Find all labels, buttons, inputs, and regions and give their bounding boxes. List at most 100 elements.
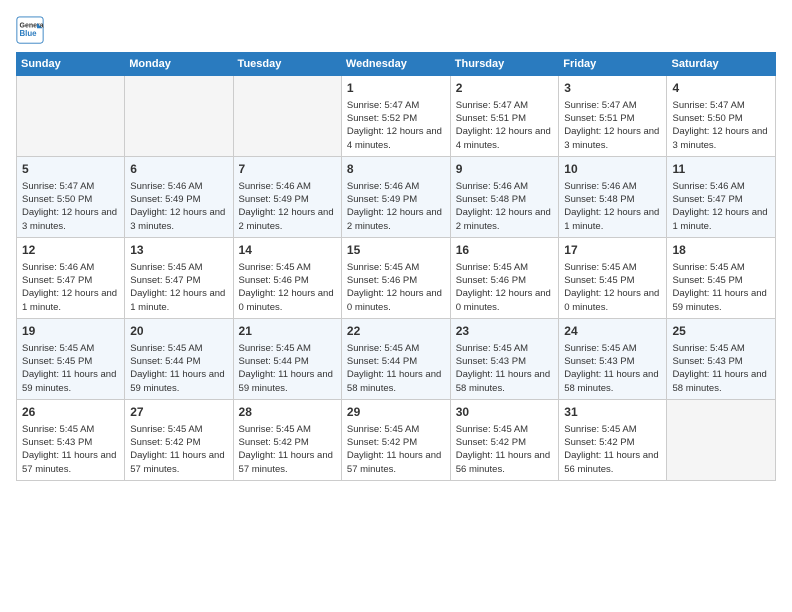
calendar-cell: 28Sunrise: 5:45 AMSunset: 5:42 PMDayligh… — [233, 399, 341, 480]
day-info: Sunrise: 5:45 AM — [347, 342, 445, 355]
day-info: Sunrise: 5:45 AM — [456, 261, 554, 274]
day-info: Sunrise: 5:46 AM — [672, 180, 770, 193]
day-info: Daylight: 12 hours and 3 minutes. — [22, 206, 119, 233]
calendar-cell — [125, 76, 233, 157]
day-info: Daylight: 11 hours and 57 minutes. — [130, 449, 227, 476]
day-info: Sunrise: 5:47 AM — [456, 99, 554, 112]
day-info: Daylight: 11 hours and 58 minutes. — [564, 368, 661, 395]
calendar-cell: 24Sunrise: 5:45 AMSunset: 5:43 PMDayligh… — [559, 318, 667, 399]
day-info: Daylight: 12 hours and 1 minute. — [130, 287, 227, 314]
day-info: Daylight: 11 hours and 57 minutes. — [239, 449, 336, 476]
day-of-week-header: Wednesday — [341, 53, 450, 76]
day-info: Sunrise: 5:47 AM — [347, 99, 445, 112]
day-info: Sunset: 5:44 PM — [239, 355, 336, 368]
day-number: 13 — [130, 242, 227, 259]
day-of-week-header: Thursday — [450, 53, 559, 76]
day-info: Daylight: 12 hours and 1 minute. — [22, 287, 119, 314]
calendar-cell: 17Sunrise: 5:45 AMSunset: 5:45 PMDayligh… — [559, 237, 667, 318]
day-info: Sunset: 5:47 PM — [130, 274, 227, 287]
day-info: Sunset: 5:45 PM — [22, 355, 119, 368]
day-info: Sunset: 5:49 PM — [347, 193, 445, 206]
day-info: Sunset: 5:42 PM — [130, 436, 227, 449]
day-info: Daylight: 11 hours and 57 minutes. — [347, 449, 445, 476]
day-number: 27 — [130, 404, 227, 421]
day-info: Sunrise: 5:45 AM — [672, 261, 770, 274]
calendar-cell: 7Sunrise: 5:46 AMSunset: 5:49 PMDaylight… — [233, 156, 341, 237]
day-number: 28 — [239, 404, 336, 421]
calendar-cell: 9Sunrise: 5:46 AMSunset: 5:48 PMDaylight… — [450, 156, 559, 237]
day-info: Daylight: 12 hours and 0 minutes. — [347, 287, 445, 314]
calendar-cell: 15Sunrise: 5:45 AMSunset: 5:46 PMDayligh… — [341, 237, 450, 318]
calendar-cell: 21 Sunrise: 5:45 AMSunset: 5:44 PMDayligh… — [233, 318, 341, 399]
day-info: Sunrise: 5:46 AM — [22, 261, 119, 274]
day-info: Sunset: 5:44 PM — [130, 355, 227, 368]
day-info: Sunrise: 5:45 AM — [347, 261, 445, 274]
day-info: Sunrise: 5:46 AM — [347, 180, 445, 193]
day-number: 3 — [564, 80, 661, 97]
day-info: Sunrise: 5:45 AM — [564, 423, 661, 436]
calendar-cell: 29Sunrise: 5:45 AMSunset: 5:42 PMDayligh… — [341, 399, 450, 480]
calendar-cell — [233, 76, 341, 157]
day-info: Daylight: 11 hours and 57 minutes. — [22, 449, 119, 476]
day-of-week-header: Sunday — [17, 53, 125, 76]
day-number: 25 — [672, 323, 770, 340]
calendar-cell: 13 Sunrise: 5:45 AMSunset: 5:47 PMDayligh… — [125, 237, 233, 318]
calendar-cell: 19Sunrise: 5:45 AMSunset: 5:45 PMDayligh… — [17, 318, 125, 399]
day-info: Sunset: 5:44 PM — [347, 355, 445, 368]
calendar-week-row: 12Sunrise: 5:46 AMSunset: 5:47 PMDayligh… — [17, 237, 776, 318]
day-info: Sunset: 5:48 PM — [564, 193, 661, 206]
day-info: Sunset: 5:43 PM — [564, 355, 661, 368]
day-number: 2 — [456, 80, 554, 97]
calendar-cell: 14Sunrise: 5:45 AMSunset: 5:46 PMDayligh… — [233, 237, 341, 318]
day-info: Daylight: 12 hours and 3 minutes. — [130, 206, 227, 233]
day-info: Sunset: 5:47 PM — [22, 274, 119, 287]
day-info: Sunrise: 5:47 AM — [22, 180, 119, 193]
calendar-cell: 16Sunrise: 5:45 AMSunset: 5:46 PMDayligh… — [450, 237, 559, 318]
day-info: Daylight: 12 hours and 2 minutes. — [456, 206, 554, 233]
day-info: Sunset: 5:43 PM — [456, 355, 554, 368]
calendar-cell — [17, 76, 125, 157]
calendar-cell: 25Sunrise: 5:45 AMSunset: 5:43 PMDayligh… — [667, 318, 776, 399]
day-info: Sunrise: 5:45 AM — [130, 261, 227, 274]
day-info: Sunrise: 5:45 AM — [239, 342, 336, 355]
calendar-cell: 26Sunrise: 5:45 AMSunset: 5:43 PMDayligh… — [17, 399, 125, 480]
day-info: Sunset: 5:45 PM — [672, 274, 770, 287]
calendar-cell: 23Sunrise: 5:45 AMSunset: 5:43 PMDayligh… — [450, 318, 559, 399]
day-info: Daylight: 12 hours and 4 minutes. — [456, 125, 554, 152]
day-number: 11 — [672, 161, 770, 178]
day-number: 6 — [130, 161, 227, 178]
day-number: 10 — [564, 161, 661, 178]
day-info: Sunrise: 5:45 AM — [130, 342, 227, 355]
day-of-week-header: Friday — [559, 53, 667, 76]
day-info: Sunrise: 5:45 AM — [22, 423, 119, 436]
day-info: Daylight: 12 hours and 4 minutes. — [347, 125, 445, 152]
calendar-cell: 8Sunrise: 5:46 AMSunset: 5:49 PMDaylight… — [341, 156, 450, 237]
day-info: Sunrise: 5:46 AM — [456, 180, 554, 193]
day-info: Daylight: 11 hours and 59 minutes. — [672, 287, 770, 314]
day-number: 8 — [347, 161, 445, 178]
day-info: Sunrise: 5:45 AM — [347, 423, 445, 436]
day-info: Sunset: 5:51 PM — [564, 112, 661, 125]
day-info: Sunset: 5:50 PM — [22, 193, 119, 206]
day-number: 30 — [456, 404, 554, 421]
day-info: Daylight: 11 hours and 58 minutes. — [347, 368, 445, 395]
day-info: Sunrise: 5:45 AM — [456, 423, 554, 436]
calendar-week-row: 26Sunrise: 5:45 AMSunset: 5:43 PMDayligh… — [17, 399, 776, 480]
calendar-cell — [667, 399, 776, 480]
calendar-cell: 31Sunrise: 5:45 AMSunset: 5:42 PMDayligh… — [559, 399, 667, 480]
page-header: General Blue — [16, 16, 776, 44]
calendar-week-row: 19Sunrise: 5:45 AMSunset: 5:45 PMDayligh… — [17, 318, 776, 399]
day-info: Sunset: 5:49 PM — [239, 193, 336, 206]
day-info: Daylight: 11 hours and 59 minutes. — [239, 368, 336, 395]
day-info: Sunset: 5:42 PM — [239, 436, 336, 449]
day-number: 26 — [22, 404, 119, 421]
day-number: 21 — [239, 323, 336, 340]
calendar-cell: 3Sunrise: 5:47 AMSunset: 5:51 PMDaylight… — [559, 76, 667, 157]
day-info: Sunrise: 5:45 AM — [564, 261, 661, 274]
day-info: Daylight: 11 hours and 59 minutes. — [130, 368, 227, 395]
day-info: Sunset: 5:43 PM — [672, 355, 770, 368]
day-number: 20 — [130, 323, 227, 340]
day-info: Sunset: 5:52 PM — [347, 112, 445, 125]
day-info: Sunset: 5:46 PM — [239, 274, 336, 287]
day-info: Sunset: 5:50 PM — [672, 112, 770, 125]
